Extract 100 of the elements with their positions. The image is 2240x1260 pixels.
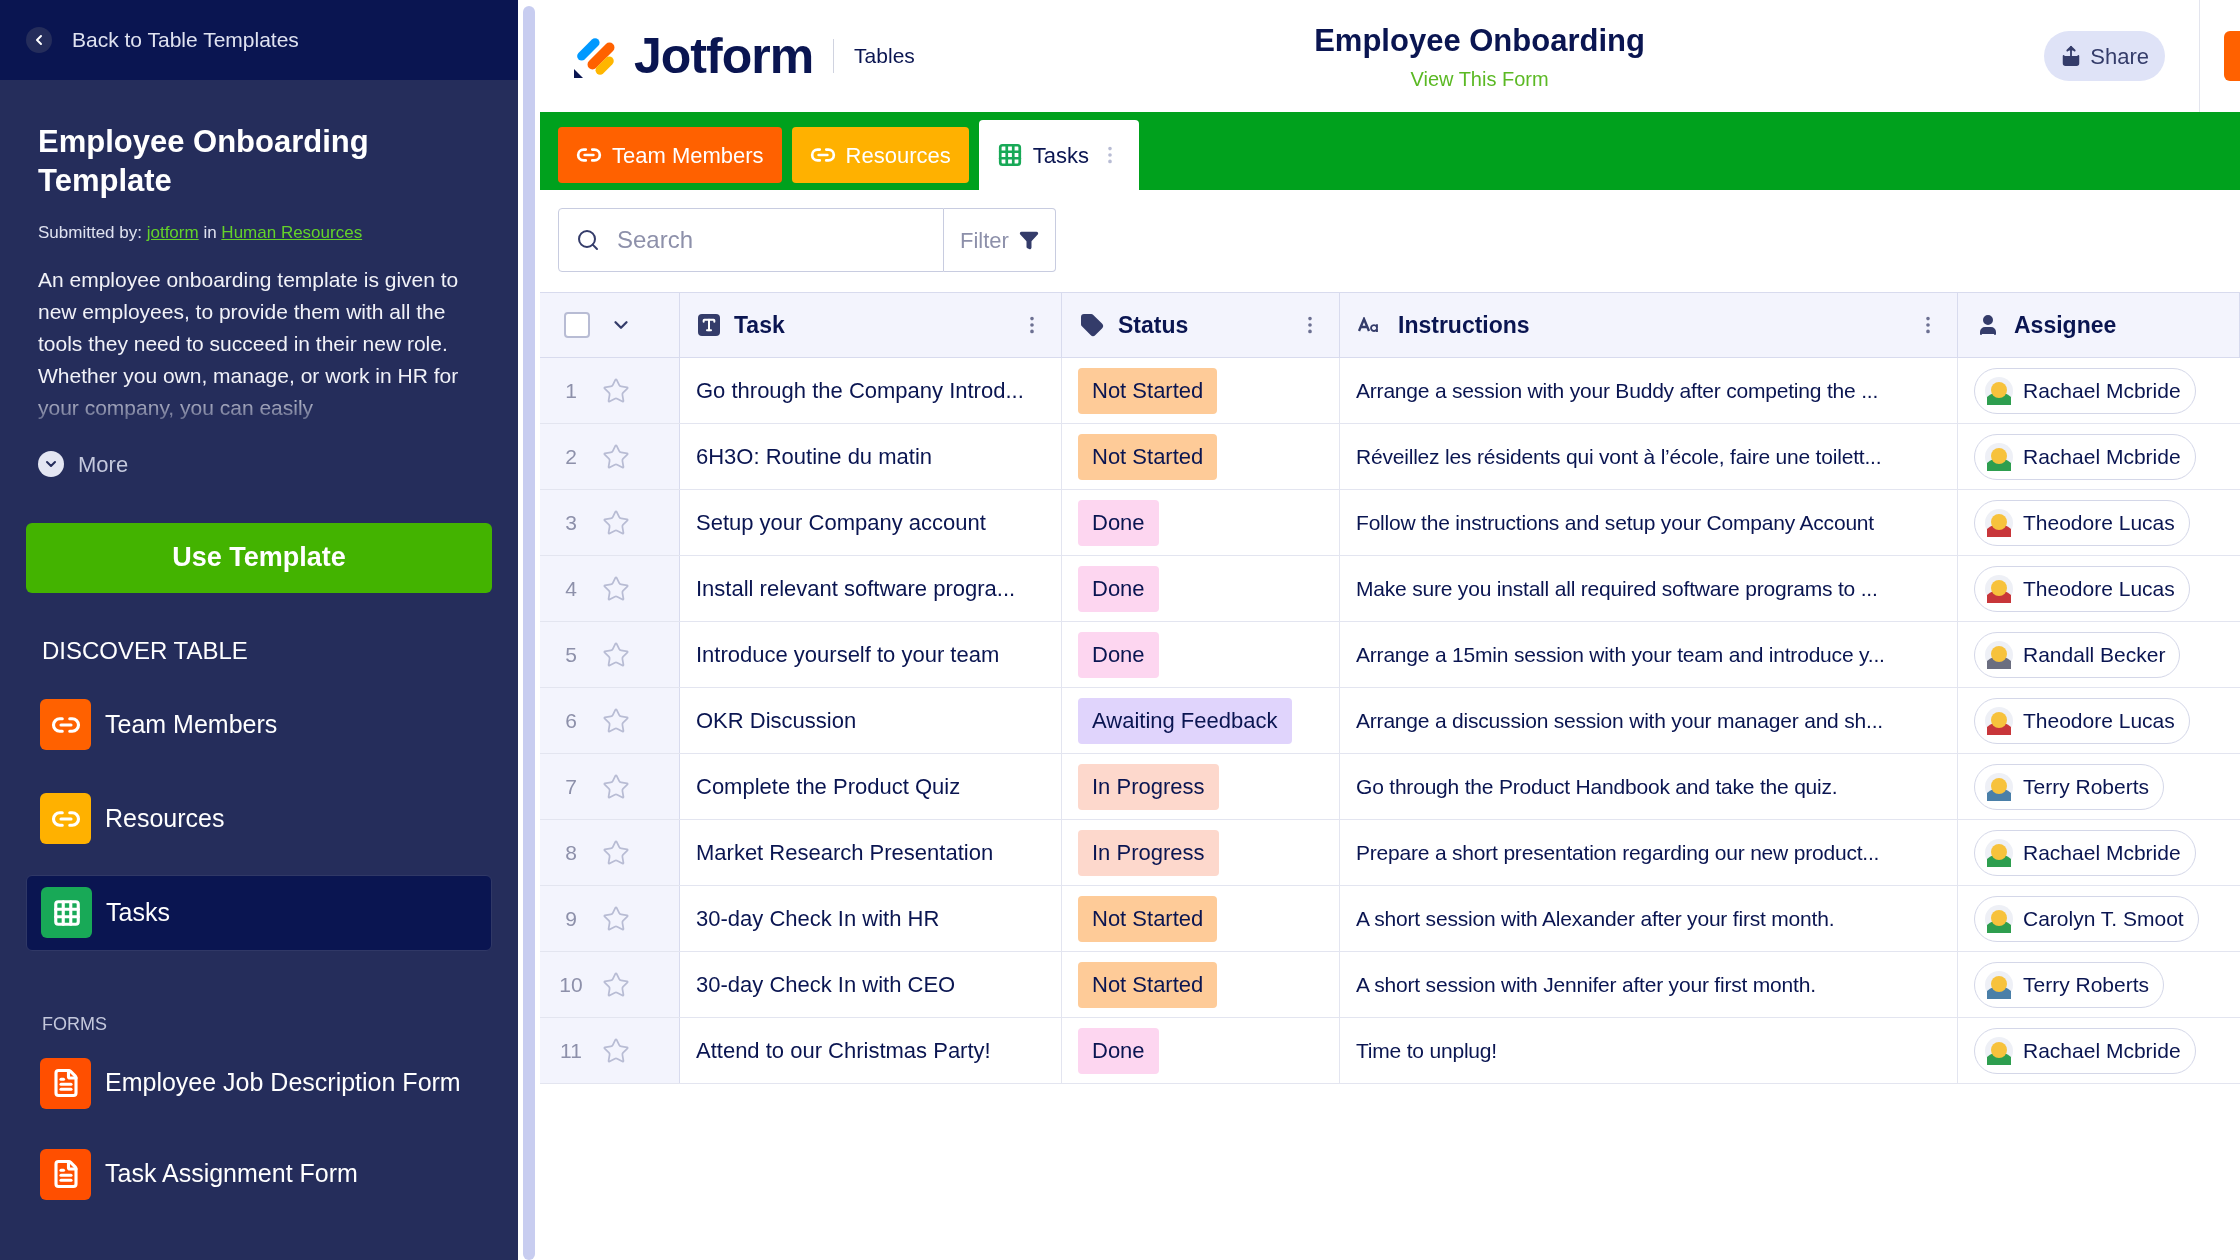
grid-icon xyxy=(51,897,82,928)
status-tag: Not Started xyxy=(1078,367,1218,414)
status-tag: In Progress xyxy=(1078,829,1219,876)
table-cell-text: Time to unplug! xyxy=(1356,1037,1497,1064)
table-cell-text: Attend to our Christmas Party! xyxy=(696,1037,991,1065)
assignee-chip: Theodore Lucas xyxy=(1974,565,2190,612)
row-number: 2 xyxy=(564,443,578,470)
forms-heading: FORMS xyxy=(42,1012,108,1036)
form-item[interactable]: Task Assignment Form xyxy=(40,1148,478,1200)
star-icon[interactable] xyxy=(602,1036,630,1065)
star-icon[interactable] xyxy=(602,442,630,471)
table-cell-text: 30-day Check In with CEO xyxy=(696,971,956,999)
row-number: 7 xyxy=(564,773,578,800)
row-number: 5 xyxy=(564,641,578,668)
star-icon[interactable] xyxy=(602,970,630,999)
table-cell-text: Go through the Product Handbook and take the quiz. xyxy=(1356,773,1838,800)
search-icon xyxy=(576,228,600,252)
table-cell-text: 30-day Check In with HR xyxy=(696,905,940,933)
assignee-chip: Carolyn T. Smoot xyxy=(1974,895,2199,942)
row-number: 6 xyxy=(564,707,578,734)
table-tab[interactable]: Tasks xyxy=(978,120,1139,190)
star-icon[interactable] xyxy=(602,508,630,537)
star-icon[interactable] xyxy=(602,574,630,603)
table-cell-text: 6H3O: Routine du matin xyxy=(696,443,933,471)
product-name: Tables xyxy=(854,43,915,70)
form-item[interactable]: Employee Job Description Form xyxy=(40,1057,478,1109)
table-cell-text: Follow the instructions and setup your Company Account xyxy=(1356,509,1874,536)
assignee-chip: Terry Roberts xyxy=(1974,961,2165,1008)
column-header[interactable]: Assignee xyxy=(1958,293,2240,357)
assignee-chip: Rachael Mcbride xyxy=(1974,1027,2196,1074)
sidebar-item-label: Team Members xyxy=(105,708,278,740)
more-toggle[interactable]: More xyxy=(78,447,129,481)
column-header[interactable]: Task xyxy=(680,293,1062,357)
star-icon[interactable] xyxy=(602,772,630,801)
column-header[interactable]: Status xyxy=(1062,293,1340,357)
assignee-chip: Theodore Lucas xyxy=(1974,697,2190,744)
status-tag: Done xyxy=(1078,631,1159,678)
form-item-label: Task Assignment Form xyxy=(105,1158,358,1190)
table-cell-text: A short session with Jennifer after your first month. xyxy=(1356,971,1816,998)
star-icon[interactable] xyxy=(602,706,630,735)
sidebar-item-label: Resources xyxy=(105,802,225,834)
column-header[interactable]: Instructions xyxy=(1340,293,1958,357)
back-link[interactable]: Back to Table Templates xyxy=(72,24,299,56)
table-cell-text: A short session with Alexander after your first month. xyxy=(1356,905,1835,932)
status-tag: Not Started xyxy=(1078,961,1218,1008)
row-number: 4 xyxy=(564,575,578,602)
table-cell-text: Install relevant software progra... xyxy=(696,575,1016,603)
table-cell-text: Réveillez les résidents qui vont à l’école, faire une toilett... xyxy=(1356,443,1882,470)
form-item-label: Employee Job Description Form xyxy=(105,1067,461,1099)
chevron-down-icon[interactable] xyxy=(38,451,64,477)
status-tag: In Progress xyxy=(1078,763,1219,810)
star-icon[interactable] xyxy=(602,376,630,405)
share-button[interactable]: Share xyxy=(2044,31,2165,81)
category-link[interactable]: Human Resources xyxy=(221,223,363,242)
row-number: 11 xyxy=(559,1037,583,1064)
sidebar-item[interactable]: Team Members xyxy=(26,686,492,763)
status-tag: Not Started xyxy=(1078,433,1218,480)
star-icon[interactable] xyxy=(602,904,630,933)
table-cell-text: Prepare a short presentation regarding our new product... xyxy=(1356,839,1880,866)
table-cell-text: Complete the Product Quiz xyxy=(696,773,961,801)
status-tag: Done xyxy=(1078,1027,1159,1074)
table-cell-text: Arrange a session with your Buddy after competing the ... xyxy=(1356,377,1879,404)
sidebar-item[interactable]: Resources xyxy=(26,780,492,857)
assignee-chip: Rachael Mcbride xyxy=(1974,367,2196,414)
status-tag: Done xyxy=(1078,565,1159,612)
row-number: 10 xyxy=(558,971,584,998)
assignee-chip: Theodore Lucas xyxy=(1974,499,2190,546)
author-link[interactable]: jotform xyxy=(146,223,199,242)
assignee-chip: Rachael Mcbride xyxy=(1974,433,2196,480)
star-icon[interactable] xyxy=(602,838,630,867)
brand-name: Jotform xyxy=(634,26,814,86)
row-number: 9 xyxy=(564,905,578,932)
row-number: 8 xyxy=(564,839,578,866)
table-title: Employee Onboarding xyxy=(1314,21,1645,60)
sidebar-item-label: Tasks xyxy=(106,896,170,928)
discover-heading: DISCOVER TABLE xyxy=(42,635,249,666)
template-description: An employee onboarding template is given to new employees, to provide them with all the tools they need to succeed in their new role. Whether you own, manage, or work in HR for your company, you can easily xyxy=(38,266,460,421)
table-cell-text: Arrange a discussion session with your manager and sh... xyxy=(1356,707,1883,734)
star-icon[interactable] xyxy=(602,640,630,669)
status-tag: Awaiting Feedback xyxy=(1078,697,1292,744)
table-cell-text: Market Research Presentation xyxy=(696,839,994,867)
select-all-checkbox[interactable] xyxy=(564,312,590,338)
template-title: Employee Onboarding Template xyxy=(38,123,370,200)
search-field[interactable]: Search xyxy=(558,208,944,272)
table-cell-text: Setup your Company account xyxy=(696,509,986,537)
filter-icon xyxy=(1018,230,1039,250)
status-tag: Not Started xyxy=(1078,895,1218,942)
sidebar-item[interactable]: Tasks xyxy=(26,874,492,951)
grid-icon xyxy=(996,142,1023,168)
assignee-chip: Randall Becker xyxy=(1974,631,2181,678)
row-number: 3 xyxy=(564,509,578,536)
edge-button[interactable] xyxy=(2224,31,2240,81)
submitted-by: Submitted by: jotform in Human Resources xyxy=(38,222,364,244)
row-number: 1 xyxy=(564,377,578,404)
assignee-chip: Rachael Mcbride xyxy=(1974,829,2196,876)
back-icon[interactable] xyxy=(26,27,52,53)
assignee-chip: Terry Roberts xyxy=(1974,763,2165,810)
text-type-icon xyxy=(698,314,720,336)
table-cell-text: Make sure you install all required software programs to ... xyxy=(1356,575,1878,602)
table-cell-text: Go through the Company Introd... xyxy=(696,377,1024,405)
